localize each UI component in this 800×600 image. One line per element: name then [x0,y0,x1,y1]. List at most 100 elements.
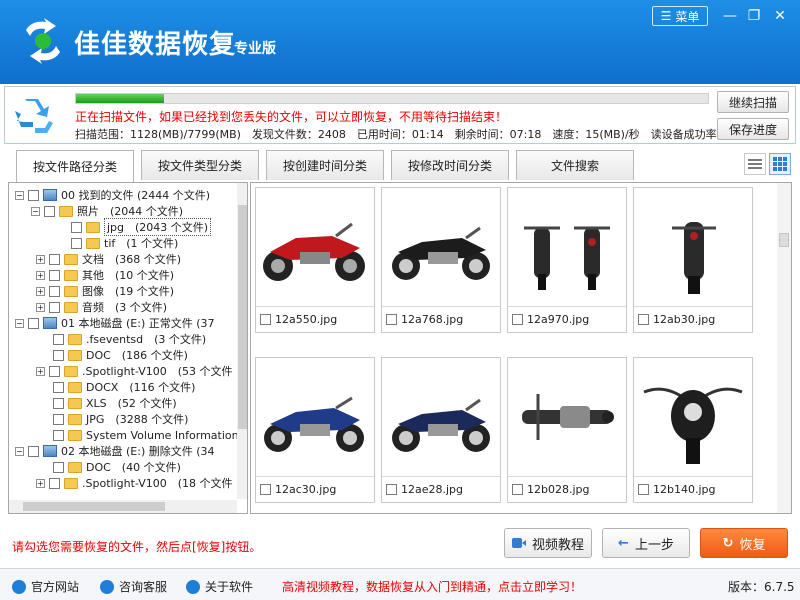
file-checkbox[interactable] [638,484,649,495]
continue-scan-button[interactable]: 继续扫描 [717,91,789,113]
file-checkbox[interactable] [260,314,271,325]
tree-checkbox[interactable] [53,349,64,361]
tree-vertical-scrollbar[interactable] [237,183,247,499]
tree-checkbox[interactable] [71,237,82,249]
collapse-icon[interactable]: − [15,446,24,456]
tree-item[interactable]: + 文档 (368 个文件) [36,251,181,267]
app-edition: 专业版 [234,41,276,57]
about-link[interactable]: 关于软件 [186,578,253,595]
tree-item[interactable]: + 音频 (3 个文件) [36,299,167,315]
tree-item[interactable]: −00 找到的文件 (2444 个文件) [15,187,210,203]
menu-button[interactable]: ☰ 菜单 [652,6,708,26]
file-checkbox[interactable] [260,484,271,495]
close-button[interactable]: ✕ [768,6,792,26]
tree-item[interactable]: DOCX (116 个文件) [53,379,195,395]
expand-icon[interactable]: + [36,286,45,296]
home-icon [12,579,26,594]
tree-checkbox[interactable] [71,221,82,233]
promo-link[interactable]: 高清视频教程，数据恢复从入门到精通，点击立即学习！ [282,578,582,595]
tree-item[interactable]: + 图像 (19 个文件) [36,283,174,299]
tree-item[interactable]: tif (1 个文件) [71,235,178,251]
file-checkbox[interactable] [638,314,649,325]
tab-by-created[interactable]: 按创建时间分类 [266,150,384,180]
file-thumbnail[interactable]: 12a550.jpg [255,187,375,333]
tree-checkbox[interactable] [49,301,60,313]
tree-checkbox[interactable] [53,413,64,425]
file-thumbnail[interactable]: 12a970.jpg [507,187,627,333]
tree-checkbox[interactable] [49,253,60,265]
tree-item[interactable]: jpg (2043 个文件) [71,218,212,236]
expand-icon[interactable]: + [36,478,45,488]
maximize-button[interactable]: ❐ [742,6,766,26]
tree-item[interactable]: XLS (52 个文件) [53,395,177,411]
file-thumbnail[interactable]: 12b028.jpg [507,357,627,503]
expand-icon[interactable]: + [36,270,45,280]
tree-checkbox[interactable] [28,317,39,329]
tab-file-search[interactable]: 文件搜索 [516,150,634,180]
recover-button[interactable]: ↻ 恢复 [700,528,788,558]
official-website-link[interactable]: 官方网站 [12,578,79,595]
tree-checkbox[interactable] [49,285,60,297]
file-thumbnail[interactable]: 12ab30.jpg [633,187,753,333]
minimize-button[interactable]: — [718,6,742,26]
tree-item[interactable]: System Volume Information [53,427,239,443]
tree-item[interactable]: DOC (40 个文件) [53,459,181,475]
tree-vertical-scroll-thumb[interactable] [238,205,247,429]
folder-icon [68,413,82,425]
file-checkbox[interactable] [386,314,397,325]
grid-vertical-scroll-thumb[interactable] [779,233,789,247]
tree-checkbox[interactable] [53,381,64,393]
grid-vertical-scrollbar[interactable] [777,183,791,513]
tree-item[interactable]: + .Spotlight-V100 (53 个文件 [36,363,233,379]
motorcycle-red-image [263,222,365,281]
collapse-icon[interactable]: − [31,206,40,216]
tree-checkbox[interactable] [49,269,60,281]
tree-item[interactable]: JPG (3288 个文件) [53,411,188,427]
expand-icon[interactable]: + [36,366,45,376]
tree-item[interactable]: + .Spotlight-V100 (18 个文件 [36,475,233,491]
previous-step-button[interactable]: ← 上一步 [602,528,690,558]
customer-service-link[interactable]: 咨询客服 [100,578,167,595]
tree-checkbox[interactable] [49,365,60,377]
file-thumbnail[interactable]: 12b140.jpg [633,357,753,503]
expand-icon[interactable]: + [36,254,45,264]
scan-progress-bar [75,93,709,104]
folder-tree: −00 找到的文件 (2444 个文件) − 照片 (2044 个文件) jpg … [8,182,248,514]
tab-by-path[interactable]: 按文件路径分类 [16,150,134,182]
video-tutorial-button[interactable]: 视频教程 [504,528,592,558]
file-name: 12a550.jpg [275,313,338,326]
tree-horizontal-scrollbar[interactable] [9,500,237,513]
collapse-icon[interactable]: − [15,318,24,328]
save-progress-button[interactable]: 保存进度 [717,118,789,140]
tree-checkbox[interactable] [28,189,39,201]
file-checkbox[interactable] [512,484,523,495]
tree-item[interactable]: −01 本地磁盘 (E:) 正常文件 (37 [15,315,215,331]
thumbnail-view-button[interactable] [769,153,791,175]
file-checkbox[interactable] [386,484,397,495]
tree-item[interactable]: DOC (186 个文件) [53,347,188,363]
tab-by-modified[interactable]: 按修改时间分类 [391,150,509,180]
tree-checkbox[interactable] [53,429,64,441]
file-thumbnail[interactable]: 12ae28.jpg [381,357,501,503]
arrow-left-icon: ← [618,535,629,551]
file-thumbnail[interactable]: 12ac30.jpg [255,357,375,503]
expand-icon[interactable]: + [36,302,45,312]
tree-checkbox[interactable] [49,477,60,489]
tree-item[interactable]: + 其他 (10 个文件) [36,267,174,283]
tree-checkbox[interactable] [53,397,64,409]
tree-checkbox[interactable] [28,445,39,457]
collapse-icon[interactable]: − [15,190,24,200]
tree-checkbox[interactable] [53,333,64,345]
tree-item[interactable]: −02 本地磁盘 (E:) 删除文件 (34 [15,443,215,459]
tree-horizontal-scroll-thumb[interactable] [23,502,165,511]
file-checkbox[interactable] [512,314,523,325]
tree-checkbox[interactable] [53,461,64,473]
list-view-icon [748,159,762,169]
tree-checkbox[interactable] [44,205,55,217]
list-view-button[interactable] [744,153,766,175]
tree-item[interactable]: − 照片 (2044 个文件) [31,203,183,219]
tree-item[interactable]: .fseventsd (3 个文件) [53,331,206,347]
file-thumbnail[interactable]: 12a768.jpg [381,187,501,333]
info-icon [186,579,200,594]
tab-by-type[interactable]: 按文件类型分类 [141,150,259,180]
